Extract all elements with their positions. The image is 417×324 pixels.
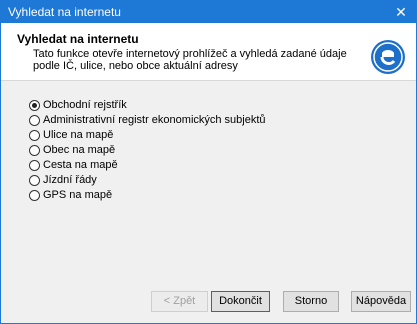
radio-button[interactable]: [29, 160, 40, 171]
cancel-button[interactable]: Storno: [283, 291, 339, 312]
option-label[interactable]: Ulice na mapě: [43, 129, 113, 141]
close-icon[interactable]: ✕: [386, 1, 416, 23]
button-bar: < Zpět Dokončit Storno Nápověda: [1, 288, 416, 324]
window-title: Vyhledat na internetu: [8, 5, 121, 19]
title-bar: Vyhledat na internetu ✕: [1, 1, 416, 23]
radio-button[interactable]: [29, 100, 40, 111]
back-button[interactable]: < Zpět: [151, 291, 208, 312]
radio-selected-dot: [32, 103, 37, 108]
internet-explorer-logo-icon: [371, 40, 405, 74]
wizard-header: Vyhledat na internetu Tato funkce otevře…: [1, 23, 416, 81]
radio-button[interactable]: [29, 130, 40, 141]
option-label[interactable]: Obchodní rejstřík: [43, 99, 127, 111]
option-label[interactable]: Administrativní registr ekonomických sub…: [43, 114, 266, 126]
option-label[interactable]: Cesta na mapě: [43, 159, 118, 171]
finish-button[interactable]: Dokončit: [211, 291, 270, 312]
radio-button[interactable]: [29, 145, 40, 156]
dialog-window: Vyhledat na internetu ✕ Vyhledat na inte…: [0, 0, 417, 324]
radio-button[interactable]: [29, 115, 40, 126]
header-title: Vyhledat na internetu: [17, 32, 139, 46]
option-label[interactable]: GPS na mapě: [43, 189, 112, 201]
option-label[interactable]: Jízdní řády: [43, 174, 97, 186]
header-description: Tato funkce otevře internetový prohlížeč…: [33, 48, 347, 72]
radio-button[interactable]: [29, 190, 40, 201]
help-button[interactable]: Nápověda: [351, 291, 411, 312]
option-label[interactable]: Obec na mapě: [43, 144, 115, 156]
radio-button[interactable]: [29, 175, 40, 186]
